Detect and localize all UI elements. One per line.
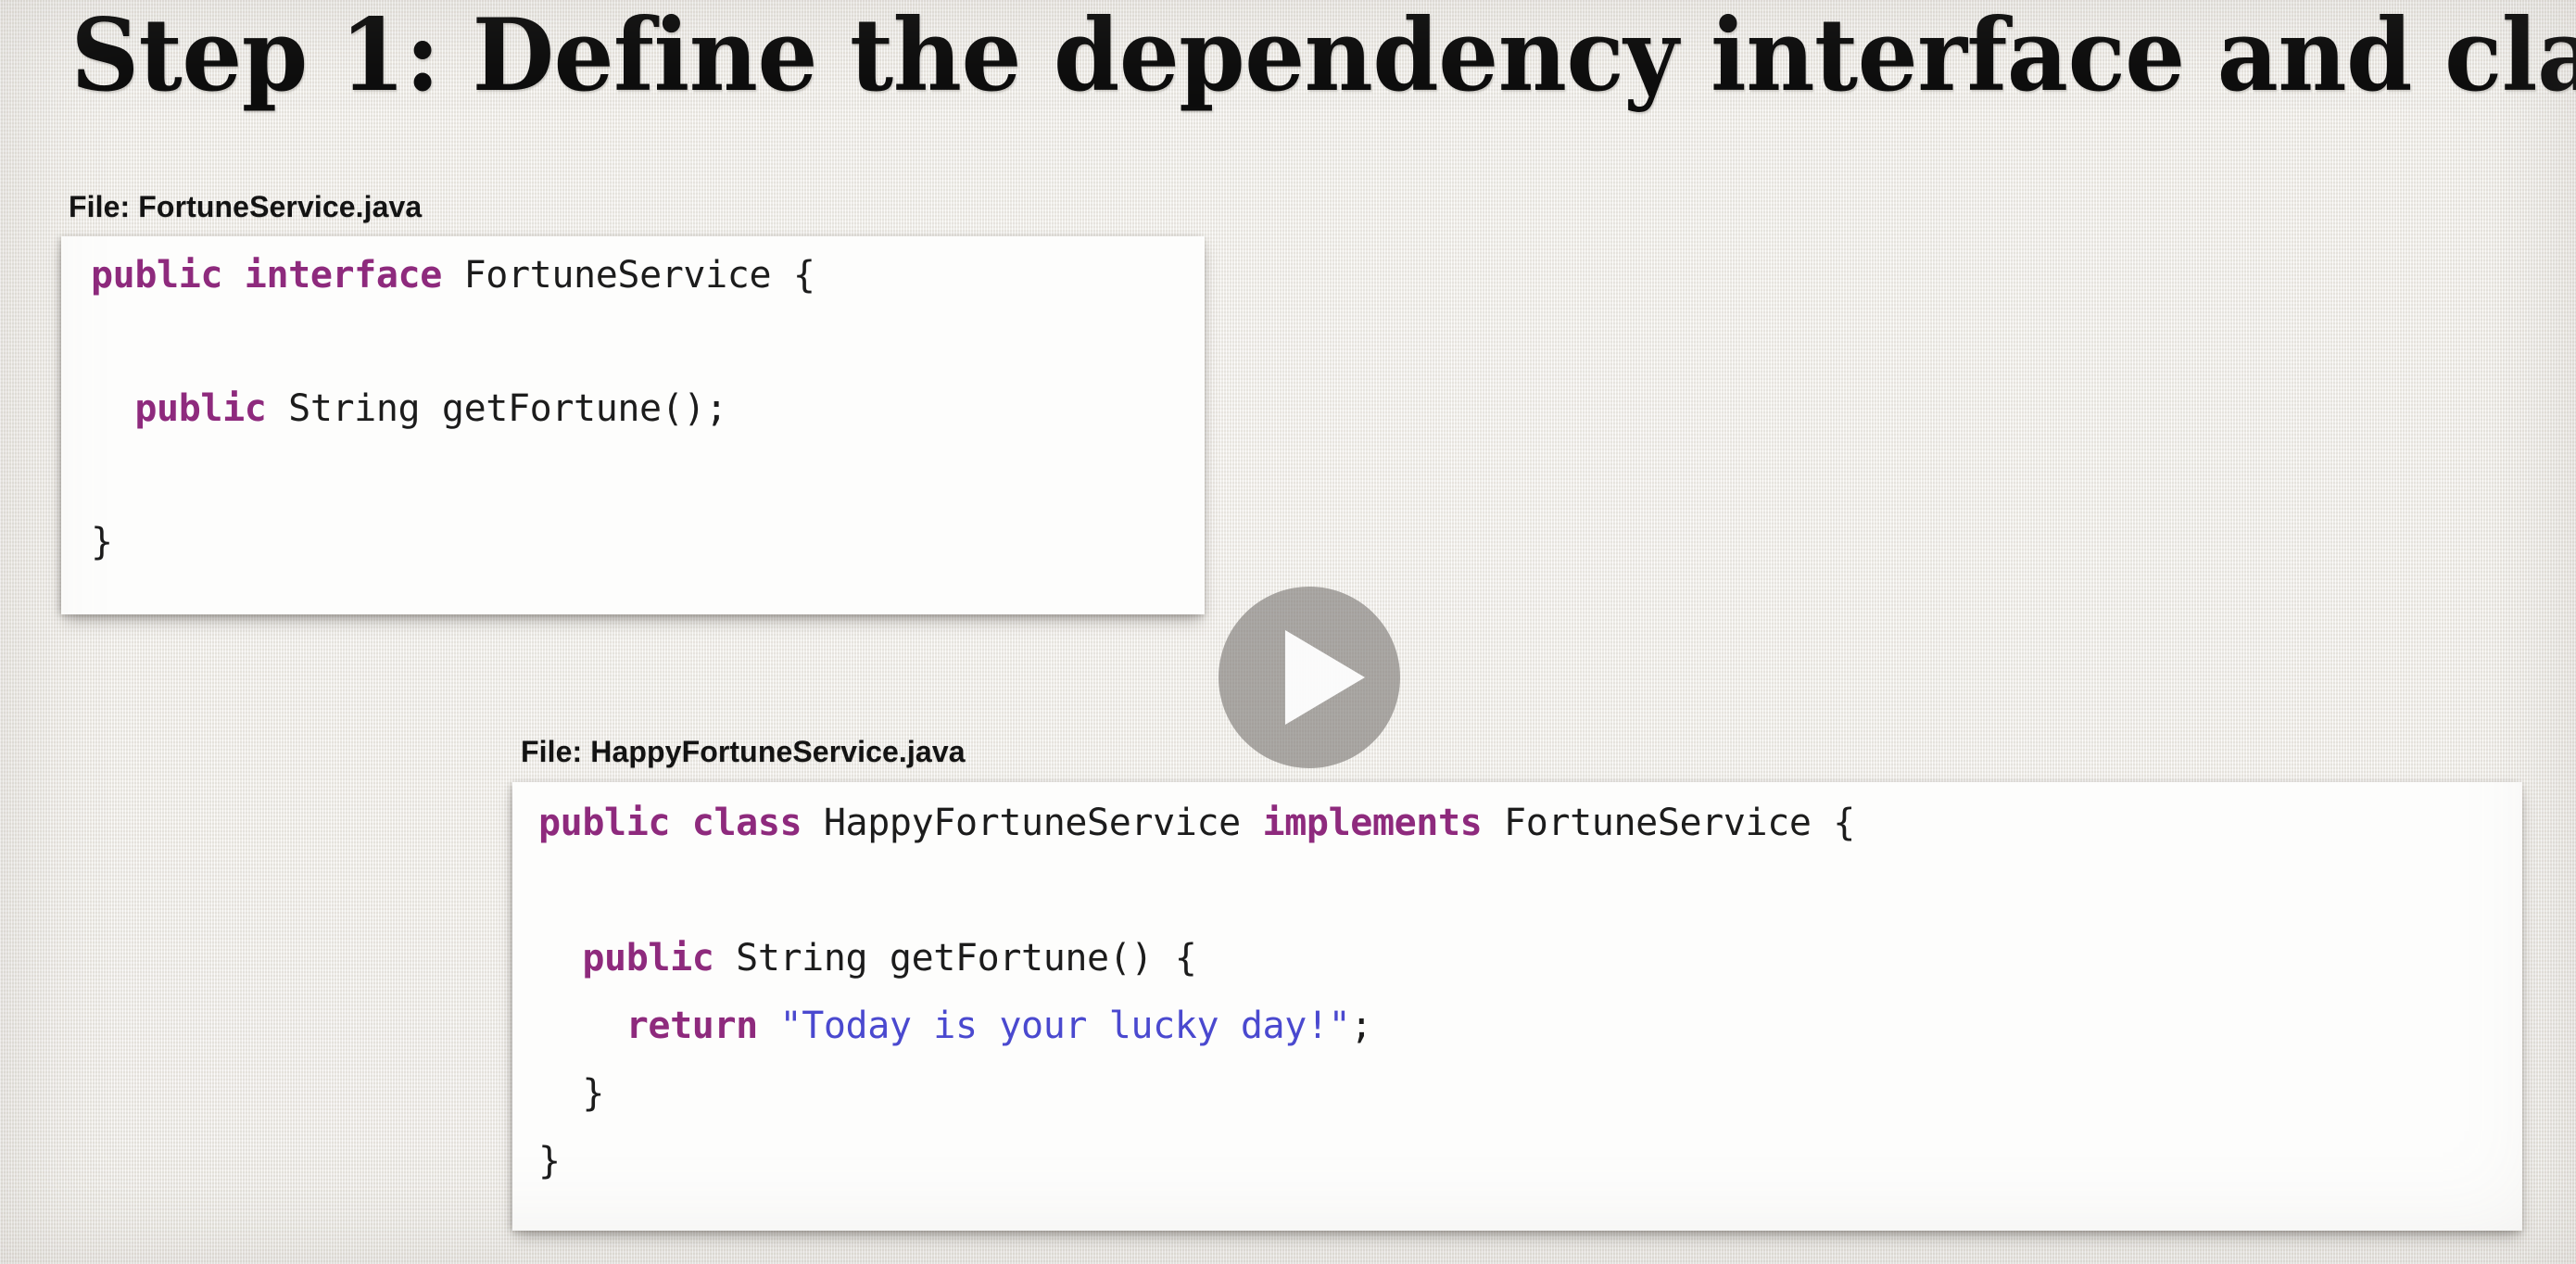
code-token-kw: public [91, 387, 289, 430]
code-token-kw: public class [538, 802, 824, 844]
code-token-kw: public interface [91, 254, 464, 297]
code-token-kw: return [538, 1005, 780, 1047]
code-line: public String getFortune(); [91, 390, 815, 457]
code-token-kw: public [538, 937, 737, 980]
file-label-fortuneservice: File: FortuneService.java [69, 190, 423, 223]
code-token-plain: } [538, 1140, 561, 1182]
code-token-plain: FortuneService { [1504, 802, 1855, 844]
code-line: public String getFortune() { [538, 940, 1855, 1007]
code-line: } [538, 1143, 1855, 1210]
code-token-plain: ; [1350, 1005, 1372, 1047]
play-triangle-icon [1285, 630, 1365, 725]
code-line: } [91, 524, 815, 590]
code-content-happyfortuneservice: public class HappyFortuneService impleme… [538, 804, 1855, 1210]
code-token-str: "Today is your lucky day!" [779, 1005, 1351, 1047]
code-token-plain: String getFortune(); [288, 387, 727, 430]
video-slide-frame: Step 1: Define the dependency interface … [0, 0, 2576, 1264]
play-button[interactable] [1219, 587, 1400, 768]
code-token-plain: String getFortune() { [736, 937, 1197, 980]
code-line: } [538, 1075, 1855, 1143]
code-content-fortuneservice: public interface FortuneService { public… [91, 257, 815, 590]
code-line: public class HappyFortuneService impleme… [538, 804, 1855, 872]
code-token-plain: } [91, 521, 113, 563]
file-label-happyfortuneservice: File: HappyFortuneService.java [521, 735, 966, 768]
code-token-plain: HappyFortuneService [823, 802, 1263, 844]
code-card-fortuneservice: public interface FortuneService { public… [61, 236, 1205, 614]
code-token-kw: implements [1262, 802, 1505, 844]
code-line: return "Today is your lucky day!"; [538, 1007, 1855, 1075]
page-title: Step 1: Define the dependency interface … [70, 0, 2576, 114]
code-card-happyfortuneservice: public class HappyFortuneService impleme… [512, 782, 2522, 1231]
code-line: public interface FortuneService { [91, 257, 815, 323]
code-token-plain: FortuneService { [463, 254, 815, 297]
code-token-plain: } [538, 1072, 605, 1115]
